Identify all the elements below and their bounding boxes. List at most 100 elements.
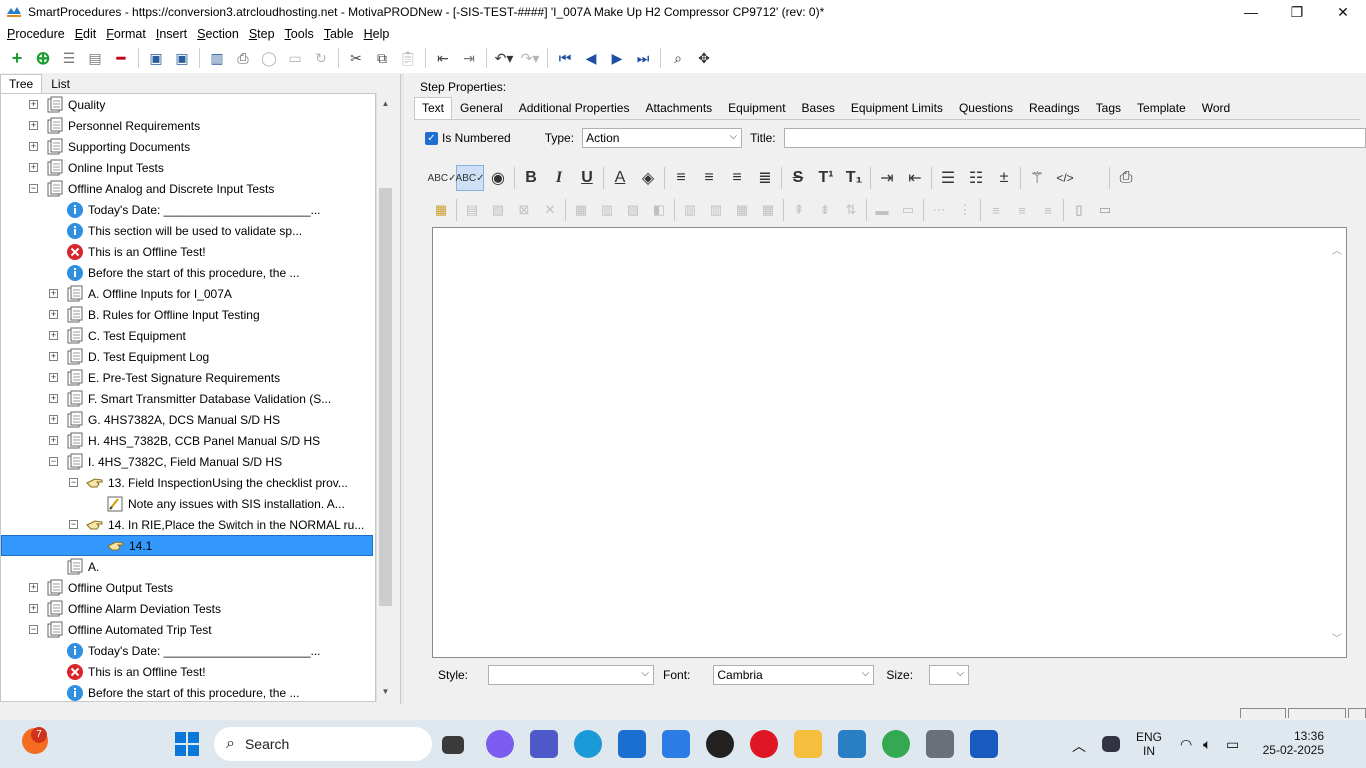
delete-row-icon[interactable]: ⇅ xyxy=(838,199,864,221)
tree-row[interactable]: Today's Date: ______________________... xyxy=(1,640,375,661)
add-child-icon[interactable]: ⊕ xyxy=(30,46,56,70)
minimize-button[interactable]: — xyxy=(1228,0,1274,24)
tree-row-selected[interactable]: 14.1 xyxy=(1,535,373,556)
split-cells-icon[interactable]: ▭ xyxy=(895,199,921,221)
power-automate-icon[interactable] xyxy=(662,730,690,758)
first-icon[interactable]: ⏮ xyxy=(552,46,578,70)
collapse-icon[interactable]: − xyxy=(29,184,38,193)
expand-icon[interactable]: + xyxy=(29,142,38,151)
expand-icon[interactable]: + xyxy=(49,436,58,445)
distribute-rows-icon[interactable]: ⋯ xyxy=(926,199,952,221)
menu-section[interactable]: Section xyxy=(192,27,244,41)
smartprocedures-taskbar-icon[interactable] xyxy=(838,730,866,758)
menu-step[interactable]: Step xyxy=(244,27,280,41)
tree-scrollbar[interactable]: ▲ ▼ xyxy=(376,93,393,702)
tree-row[interactable]: + G. 4HS7382A, DCS Manual S/D HS xyxy=(1,409,375,430)
cut-icon[interactable]: ✂ xyxy=(343,46,369,70)
indent-icon[interactable]: ⇤ xyxy=(430,46,456,70)
tab-list[interactable]: List xyxy=(42,74,79,94)
menu-table[interactable]: Table xyxy=(319,27,359,41)
expand-icon[interactable]: + xyxy=(49,394,58,403)
tab-tags[interactable]: Tags xyxy=(1088,97,1129,120)
tree-row[interactable]: + Online Input Tests xyxy=(1,157,375,178)
tree-row[interactable]: + E. Pre-Test Signature Requirements xyxy=(1,367,375,388)
edge-icon[interactable] xyxy=(574,730,602,758)
windows-start-icon[interactable] xyxy=(175,732,199,756)
style-select[interactable]: ⌵ xyxy=(488,665,655,685)
scroll-down-icon[interactable]: ▼ xyxy=(377,683,394,700)
increase-indent-icon[interactable]: ⇥ xyxy=(873,165,901,191)
opera-icon[interactable] xyxy=(750,730,778,758)
tree-row[interactable]: + H. 4HS_7382B, CCB Panel Manual S/D HS xyxy=(1,430,375,451)
tree-row[interactable]: + D. Test Equipment Log xyxy=(1,346,375,367)
insert-row-below-icon[interactable]: ⇟ xyxy=(812,199,838,221)
wifi-icon[interactable]: ◠ xyxy=(1180,736,1192,753)
tree-row[interactable]: − Offline Automated Trip Test xyxy=(1,619,375,640)
scroll-up-icon[interactable]: ▲ xyxy=(377,95,394,112)
tab-equipment-limits[interactable]: Equipment Limits xyxy=(843,97,951,120)
delete-cell-icon[interactable]: ✕ xyxy=(537,199,563,221)
font-color-icon[interactable]: A xyxy=(606,165,634,191)
show-hidden-icons[interactable]: ︿ xyxy=(1072,736,1086,756)
size-select[interactable]: ⌵ xyxy=(929,665,970,685)
underline-icon[interactable]: U xyxy=(573,165,601,191)
decrease-indent-icon[interactable]: ⇤ xyxy=(901,165,929,191)
step-text-editor[interactable]: ︿ ﹀ xyxy=(432,227,1347,658)
tree-row[interactable]: This is an Offline Test! xyxy=(1,661,375,682)
remove-icon[interactable]: ━ xyxy=(108,46,134,70)
edit-row-icon[interactable]: ▥ xyxy=(594,199,620,221)
italic-icon[interactable]: I xyxy=(545,165,573,191)
tab-bases[interactable]: Bases xyxy=(794,97,843,120)
clear-format-icon[interactable]: ⚚ xyxy=(1023,165,1051,191)
last-icon[interactable]: ⏭ xyxy=(630,46,656,70)
network-status-icon[interactable] xyxy=(1102,736,1120,752)
close-button[interactable]: ✕ xyxy=(1320,0,1366,24)
previous-icon[interactable]: ◀ xyxy=(578,46,604,70)
chrome-icon[interactable] xyxy=(882,730,910,758)
menu-format[interactable]: Format xyxy=(101,27,151,41)
scroll-down-icon[interactable]: ﹀ xyxy=(1332,630,1342,645)
dell-icon[interactable] xyxy=(706,730,734,758)
expand-icon[interactable]: + xyxy=(49,331,58,340)
merge-cell-icon[interactable]: ▦ xyxy=(755,199,781,221)
word-icon[interactable] xyxy=(970,730,998,758)
delete-table-icon[interactable]: ⊠ xyxy=(511,199,537,221)
tree-row[interactable]: − 14. In RIE,Place the Switch in the NORM… xyxy=(1,514,375,535)
tree-row[interactable]: + Quality xyxy=(1,94,375,115)
tab-tree[interactable]: Tree xyxy=(0,74,43,94)
insert-column-left-icon[interactable]: ▥ xyxy=(677,199,703,221)
tree-row[interactable]: − I. 4HS_7382C, Field Manual S/D HS xyxy=(1,451,375,472)
horizontal-rule-icon[interactable]: ± xyxy=(990,165,1018,191)
tab-word[interactable]: Word xyxy=(1194,97,1238,120)
print-icon[interactable]: ⎙ xyxy=(230,46,256,70)
table-align-left-icon[interactable]: ≡ xyxy=(983,199,1009,221)
store-icon[interactable] xyxy=(618,730,646,758)
tree-row[interactable]: Note any issues with SIS installation. A… xyxy=(1,493,375,514)
tab-template[interactable]: Template xyxy=(1129,97,1194,120)
tab-general[interactable]: General xyxy=(452,97,511,120)
menu-procedure[interactable]: Procedure xyxy=(2,27,70,41)
type-select[interactable]: Action ⌵ xyxy=(582,128,743,148)
tab-questions[interactable]: Questions xyxy=(951,97,1021,120)
expand-icon[interactable]: + xyxy=(49,415,58,424)
scroll-up-icon[interactable]: ︿ xyxy=(1332,242,1342,257)
next-icon[interactable]: ▶ xyxy=(604,46,630,70)
properties-icon[interactable]: ▤ xyxy=(82,46,108,70)
collapse-icon[interactable]: − xyxy=(69,478,78,487)
expand-icon[interactable]: + xyxy=(49,289,58,298)
spellcheck-icon[interactable]: ABC✓ xyxy=(428,165,457,191)
table-align-right-icon[interactable]: ≡ xyxy=(1035,199,1061,221)
add-icon[interactable]: + xyxy=(4,46,30,70)
merge-cells-icon[interactable]: ▬ xyxy=(869,199,895,221)
procedure-tree[interactable]: + Quality + Personnel Requirements + Supporti… xyxy=(0,93,376,702)
collapse-icon[interactable]: − xyxy=(69,520,78,529)
refresh-icon[interactable]: ◯ xyxy=(256,46,282,70)
tree-row[interactable]: A. xyxy=(1,556,375,577)
tree-row[interactable]: Before the start of this procedure, the … xyxy=(1,682,375,701)
file-explorer-icon[interactable] xyxy=(794,730,822,758)
tree-row[interactable]: + C. Test Equipment xyxy=(1,325,375,346)
column-width-icon[interactable]: ▯ xyxy=(1066,199,1092,221)
collapse-icon[interactable]: − xyxy=(49,457,58,466)
table-properties-icon[interactable]: ▤ xyxy=(459,199,485,221)
align-right-icon[interactable]: ≡ xyxy=(723,165,751,191)
